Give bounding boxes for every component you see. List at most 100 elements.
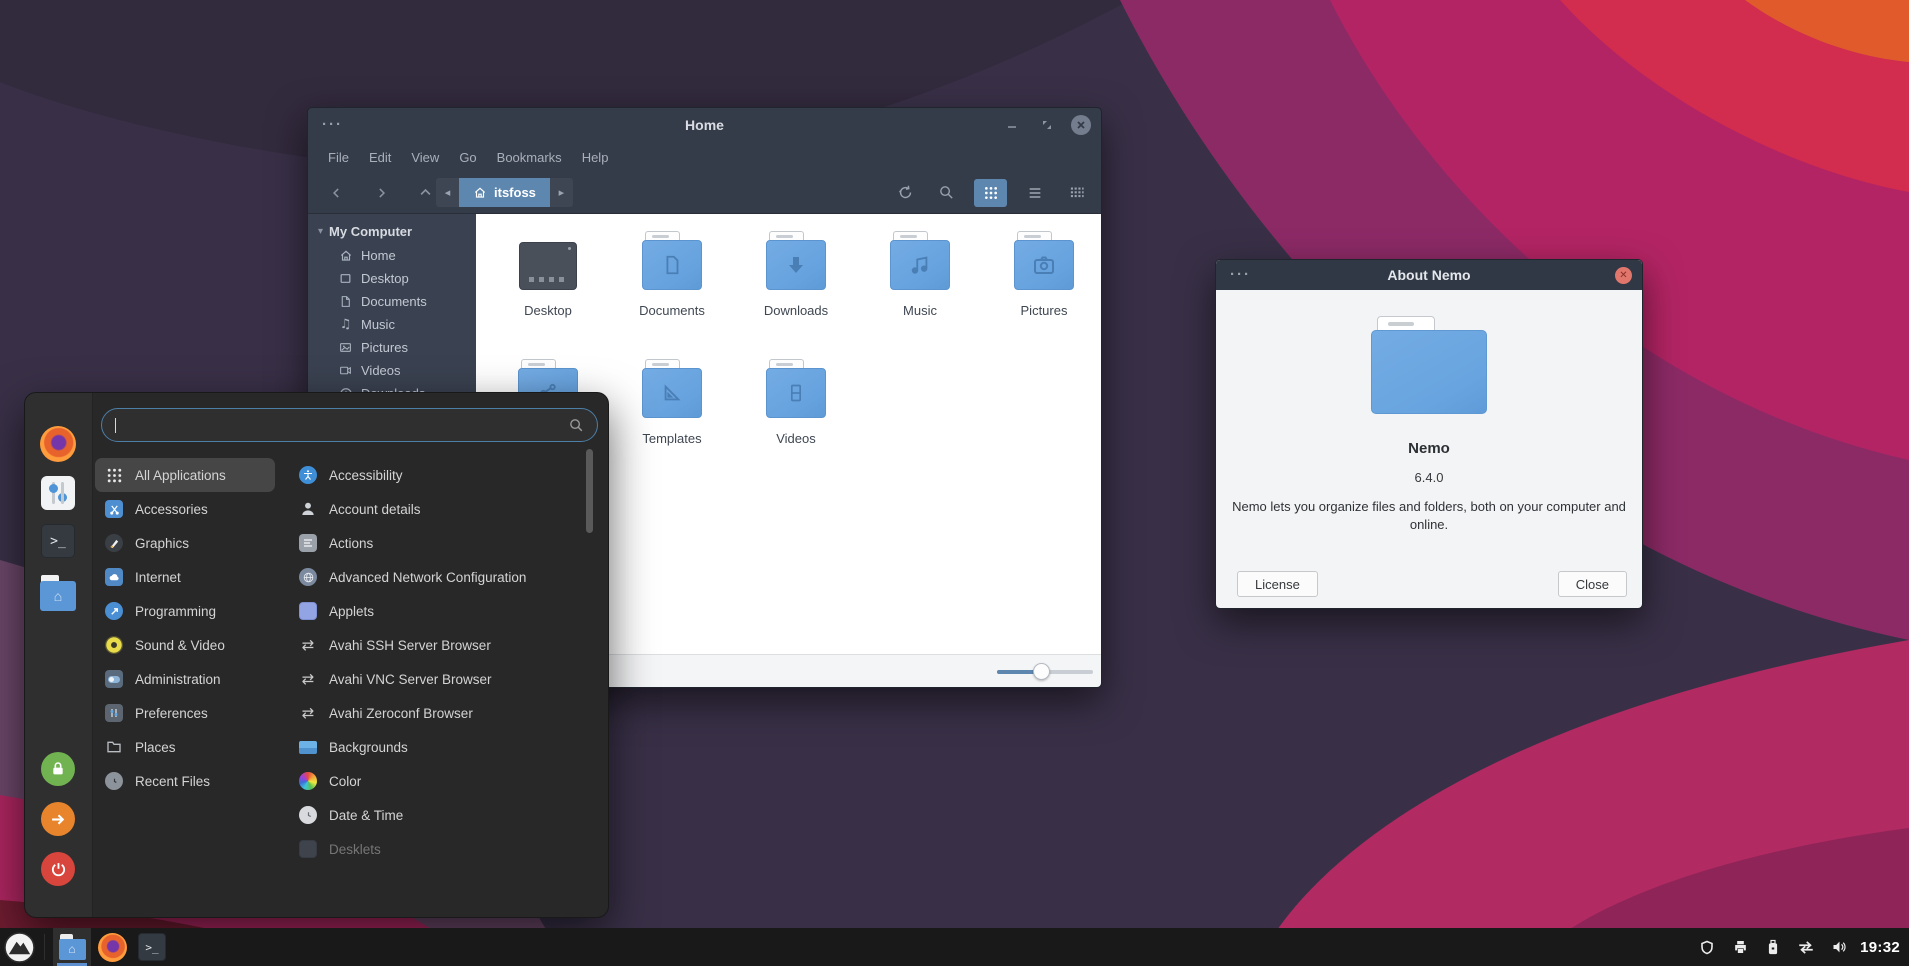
menubar-item-go[interactable]: Go [449,146,486,169]
category-preferences[interactable]: Preferences [95,696,275,730]
category-programming[interactable]: Programming [95,594,275,628]
breadcrumb-current-button[interactable]: itsfoss [459,178,550,207]
app-desklets[interactable]: Desklets [289,832,597,866]
sidebar-item-pictures[interactable]: Pictures [308,336,476,359]
file-templates[interactable]: Templates [610,350,734,478]
app-backgrounds[interactable]: Backgrounds [289,730,597,764]
category-all-applications[interactable]: All Applications [95,458,275,492]
expander-caret-icon[interactable]: ▾ [318,226,323,237]
app-actions[interactable]: Actions [289,526,597,560]
list-view-button[interactable] [1022,180,1048,206]
category-label: Preferences [135,706,208,721]
forward-button[interactable] [372,184,390,202]
category-label: Recent Files [135,774,210,789]
menubar-item-edit[interactable]: Edit [359,146,401,169]
taskbar-terminal[interactable]: >_ [133,928,171,966]
category-internet[interactable]: Internet [95,560,275,594]
category-recent-files[interactable]: Recent Files [95,764,275,798]
file-label: Videos [776,431,816,446]
app-label: Applets [329,604,374,619]
grid-view-button[interactable] [974,179,1007,207]
category-label: Sound & Video [135,638,225,653]
app-avahi-zeroconf[interactable]: ⇄ Avahi Zeroconf Browser [289,696,597,730]
taskbar-firefox[interactable] [93,928,131,966]
category-places[interactable]: Places [95,730,275,764]
shutdown-button[interactable] [41,852,75,886]
sidebar-section-label: My Computer [329,224,412,239]
taskbar: ⌂ >_ 19:32 [0,928,1909,966]
about-nemo-dialog: ··· About Nemo ✕ Nemo 6.4.0 Nemo lets yo… [1215,259,1643,609]
category-graphics[interactable]: Graphics [95,526,275,560]
app-advanced-network-configuration[interactable]: Advanced Network Configuration [289,560,597,594]
close-dialog-button[interactable]: Close [1558,571,1627,597]
file-pictures[interactable]: Pictures [982,222,1101,350]
menubar-item-file[interactable]: File [318,146,359,169]
taskbar-files[interactable]: ⌂ [53,928,91,966]
favorite-terminal[interactable]: >_ [39,522,77,560]
menubar-item-help[interactable]: Help [572,146,619,169]
search-icon[interactable] [933,180,959,206]
menubar-item-bookmarks[interactable]: Bookmarks [487,146,572,169]
minimize-button[interactable] [1001,114,1023,136]
file-desktop[interactable]: Desktop [486,222,610,350]
menu-launcher-logo[interactable] [4,932,35,963]
category-administration[interactable]: Administration [95,662,275,696]
swap-arrows-icon: ⇄ [298,635,318,655]
app-avahi-ssh[interactable]: ⇄ Avahi SSH Server Browser [289,628,597,662]
printer-icon[interactable] [1731,938,1749,956]
sidebar-item-home[interactable]: Home [308,244,476,267]
app-accessibility[interactable]: Accessibility [289,458,597,492]
home-icon [473,186,487,200]
app-account-details[interactable]: Account details [289,492,597,526]
dialog-titlebar[interactable]: ··· About Nemo ✕ [1216,260,1642,290]
file-label: Music [903,303,937,318]
compact-view-button[interactable] [1063,180,1089,206]
category-accessories[interactable]: Accessories [95,492,275,526]
favorite-firefox[interactable] [39,425,77,463]
logout-arrow-icon [50,811,67,828]
close-icon[interactable]: ✕ [1615,267,1632,284]
zoom-slider[interactable] [997,655,1093,687]
refresh-icon[interactable] [892,180,918,206]
sidebar-section-my-computer[interactable]: ▾ My Computer [308,222,476,244]
breadcrumb-left-icon[interactable]: ◂ [436,178,459,207]
breadcrumb-right-icon[interactable]: ▸ [550,178,573,207]
desklets-icon [298,839,318,859]
file-downloads[interactable]: Downloads [734,222,858,350]
lock-screen-button[interactable] [41,752,75,786]
user-icon [298,499,318,519]
category-sound-video[interactable]: Sound & Video [95,628,275,662]
removable-drive-icon[interactable] [1764,938,1782,956]
pictures-icon [338,340,353,355]
file-documents[interactable]: Documents [610,222,734,350]
app-avahi-vnc[interactable]: ⇄ Avahi VNC Server Browser [289,662,597,696]
sidebar-item-music[interactable]: ♫ Music [308,313,476,336]
network-swap-icon[interactable] [1797,938,1815,956]
search-input[interactable] [102,409,597,441]
file-videos[interactable]: Videos [734,350,858,478]
favorite-system-settings[interactable] [39,474,77,512]
app-applets[interactable]: Applets [289,594,597,628]
sound-video-icon [104,635,124,655]
sidebar-item-videos[interactable]: Videos [308,359,476,382]
menubar-item-view[interactable]: View [401,146,449,169]
maximize-button[interactable] [1036,114,1058,136]
app-date-time[interactable]: Date & Time [289,798,597,832]
back-button[interactable] [328,184,346,202]
file-music[interactable]: Music [858,222,982,350]
app-color[interactable]: Color [289,764,597,798]
sidebar-item-documents[interactable]: Documents [308,290,476,313]
nemo-titlebar[interactable]: ··· Home [308,108,1101,142]
close-button[interactable] [1071,115,1091,135]
shield-icon[interactable] [1698,938,1716,956]
up-button[interactable] [416,184,434,202]
app-description: Nemo lets you organize files and folders… [1222,498,1636,533]
volume-icon[interactable] [1830,938,1848,956]
menu-scrollbar[interactable] [586,449,593,533]
taskbar-clock[interactable]: 19:32 [1860,939,1900,956]
favorite-files[interactable]: ⌂ [39,574,77,612]
zoom-slider-handle[interactable] [1033,663,1050,680]
sidebar-item-desktop[interactable]: Desktop [308,267,476,290]
logout-button[interactable] [41,802,75,836]
license-button[interactable]: License [1237,571,1318,597]
